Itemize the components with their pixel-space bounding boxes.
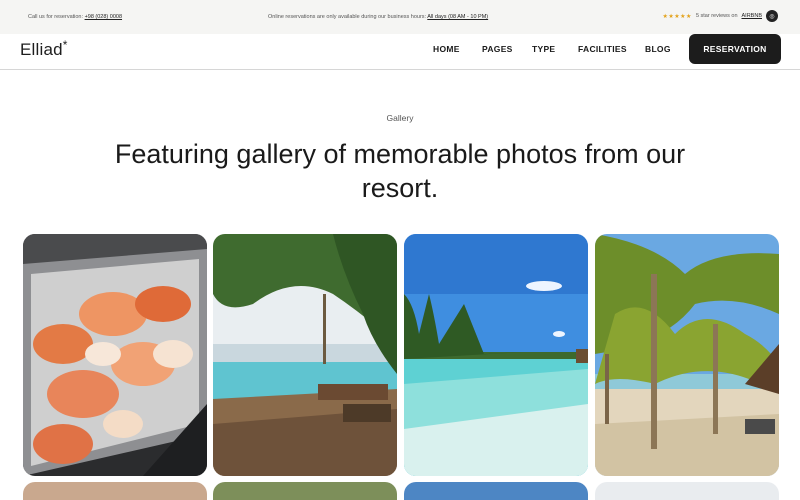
gallery-photo-row2-2[interactable] [213, 482, 397, 500]
phone-link[interactable]: +98 (028) 0008 [85, 14, 122, 20]
gallery-photo-row2-3[interactable] [404, 482, 588, 500]
nav-facilities[interactable]: FACILITIES [578, 44, 627, 54]
reservation-button[interactable]: RESERVATION [689, 34, 781, 64]
gallery-photo-palms[interactable] [595, 234, 779, 476]
nav-type[interactable]: TYPE [532, 44, 555, 54]
pool-deck-image [213, 234, 397, 476]
gallery-photo-beach[interactable] [404, 234, 588, 476]
tropical-beach-image [404, 234, 588, 476]
call-info: Call us for reservation: +98 (028) 0008 [28, 14, 122, 20]
rating-stars-icon: ★★★★★ [662, 13, 692, 20]
notice-text: Online reservations are only available d… [268, 14, 427, 20]
section-title: Featuring gallery of memorable photos fr… [114, 139, 686, 203]
logo-text: Elliad [20, 40, 63, 59]
nav-home[interactable]: HOME [433, 44, 460, 54]
main-header [0, 34, 800, 70]
site-logo[interactable]: Elliad* [20, 38, 68, 60]
gallery-photo-pool[interactable] [213, 234, 397, 476]
nav-pages[interactable]: PAGES [482, 44, 513, 54]
hours-link[interactable]: All days (08 AM - 10 PM) [427, 14, 488, 20]
top-info-bar: Call us for reservation: +98 (028) 0008 … [0, 0, 800, 34]
gallery-photo-row2-4[interactable] [595, 482, 779, 500]
gallery-photo-row2-1[interactable] [23, 482, 207, 500]
hours-info: Online reservations are only available d… [268, 14, 488, 20]
palm-beach-image [595, 234, 779, 476]
gallery-photo-crab[interactable] [23, 234, 207, 476]
reviews-info: ★★★★★ 5 star reviews on AIRBNB ◎ [663, 10, 778, 22]
section-eyebrow: Gallery [386, 113, 414, 123]
airbnb-icon[interactable]: ◎ [766, 10, 778, 22]
airbnb-link[interactable]: AIRBNB [742, 13, 762, 19]
reviews-text: 5 star reviews on [695, 13, 738, 19]
call-text: Call us for reservation: [28, 14, 84, 20]
crab-platter-image [23, 234, 207, 476]
logo-mark: * [62, 38, 68, 52]
nav-blog[interactable]: BLOG [645, 44, 671, 54]
